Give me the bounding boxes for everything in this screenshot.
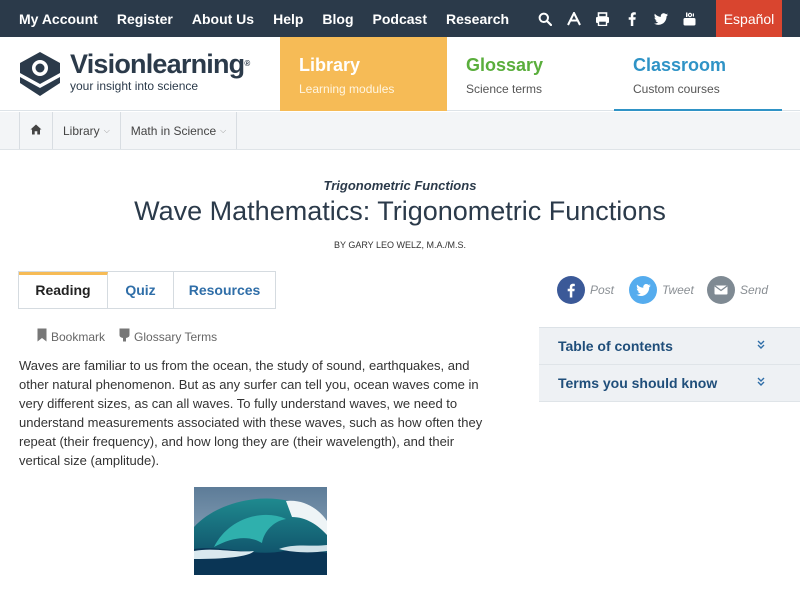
glossary-subtitle: Science terms xyxy=(466,82,543,96)
glossary-title: Glossary xyxy=(466,55,544,75)
email-share-button[interactable]: Send xyxy=(707,276,768,304)
content-tabs: Reading Quiz Resources xyxy=(18,271,276,309)
library-subtitle: Learning modules xyxy=(299,82,395,96)
breadcrumb-home[interactable] xyxy=(20,112,53,149)
double-chevron-down-icon xyxy=(757,377,765,389)
glossary-terms-button[interactable]: Glossary Terms xyxy=(119,328,217,345)
tab-quiz[interactable]: Quiz xyxy=(108,272,174,308)
font-size-icon[interactable] xyxy=(559,0,588,37)
terms-you-should-know-toggle[interactable]: Terms you should know xyxy=(539,365,800,402)
envelope-icon xyxy=(707,276,735,304)
send-label: Send xyxy=(740,283,769,297)
tab-resources[interactable]: Resources xyxy=(174,272,275,308)
facebook-share-button[interactable]: Post xyxy=(557,276,614,304)
bookmark-icon xyxy=(37,328,47,345)
search-icon[interactable] xyxy=(530,0,559,37)
blog-link[interactable]: Blog xyxy=(322,11,353,27)
glossary-terms-icon xyxy=(119,328,130,345)
youtube-icon[interactable] xyxy=(675,0,704,37)
visionlearning-logo[interactable]: Visionlearning® your insight into scienc… xyxy=(18,49,250,98)
home-icon xyxy=(30,124,42,138)
espanol-button[interactable]: Español xyxy=(716,0,782,37)
brand-name: Visionlearning® xyxy=(70,49,250,79)
twitter-icon xyxy=(629,276,657,304)
reading-tools: Bookmark Glossary Terms xyxy=(37,328,231,345)
top-bar: My Account Register About Us Help Blog P… xyxy=(0,0,800,37)
tweet-label: Tweet xyxy=(662,283,694,297)
chevron-down-icon: ⌵ xyxy=(103,125,110,135)
facebook-icon[interactable] xyxy=(617,0,646,37)
eye-logo-icon xyxy=(18,50,62,98)
podcast-link[interactable]: Podcast xyxy=(373,11,427,27)
breadcrumb-math-in-science[interactable]: Math in Science ⌵ xyxy=(121,112,238,149)
classroom-nav-tile[interactable]: Classroom Custom courses xyxy=(614,37,782,111)
table-of-contents-toggle[interactable]: Table of contents xyxy=(539,328,800,365)
classroom-subtitle: Custom courses xyxy=(633,82,720,96)
breadcrumb: Library ⌵ Math in Science ⌵ xyxy=(19,112,238,149)
register-link[interactable]: Register xyxy=(117,11,173,27)
brand-tagline: your insight into science xyxy=(70,79,199,93)
breadcrumb-library[interactable]: Library ⌵ xyxy=(53,112,121,149)
page-title: Wave Mathematics: Trigonometric Function… xyxy=(134,196,666,226)
intro-paragraph: Waves are familiar to us from the ocean,… xyxy=(19,358,483,468)
breadcrumb-bar: Library ⌵ Math in Science ⌵ xyxy=(0,112,800,150)
classroom-title: Classroom xyxy=(633,55,727,75)
help-link[interactable]: Help xyxy=(273,11,303,27)
twitter-share-button[interactable]: Tweet xyxy=(629,276,694,304)
glossary-nav-tile[interactable]: Glossary Science terms xyxy=(447,37,614,111)
post-label: Post xyxy=(590,283,615,297)
ocean-wave-image xyxy=(194,487,327,575)
top-nav: My Account Register About Us Help Blog P… xyxy=(0,0,528,37)
tab-reading[interactable]: Reading xyxy=(19,272,108,308)
double-chevron-down-icon xyxy=(757,340,765,352)
author-byline: BY GARY LEO WELZ, M.A./M.S. xyxy=(333,240,467,250)
facebook-icon xyxy=(557,276,585,304)
site-header: Visionlearning® your insight into scienc… xyxy=(0,37,800,111)
bookmark-button[interactable]: Bookmark xyxy=(37,328,105,345)
article-sidebar: Table of contents Terms you should know xyxy=(539,327,800,402)
top-icons xyxy=(530,0,704,37)
research-link[interactable]: Research xyxy=(446,11,509,27)
my-account-link[interactable]: My Account xyxy=(19,11,98,27)
about-us-link[interactable]: About Us xyxy=(192,11,254,27)
library-nav-tile[interactable]: Library Learning modules xyxy=(280,37,447,111)
library-title: Library xyxy=(299,55,361,75)
print-icon[interactable] xyxy=(588,0,617,37)
chevron-down-icon: ⌵ xyxy=(220,125,227,135)
module-kicker: Trigonometric Functions xyxy=(323,178,477,193)
twitter-icon[interactable] xyxy=(646,0,675,37)
